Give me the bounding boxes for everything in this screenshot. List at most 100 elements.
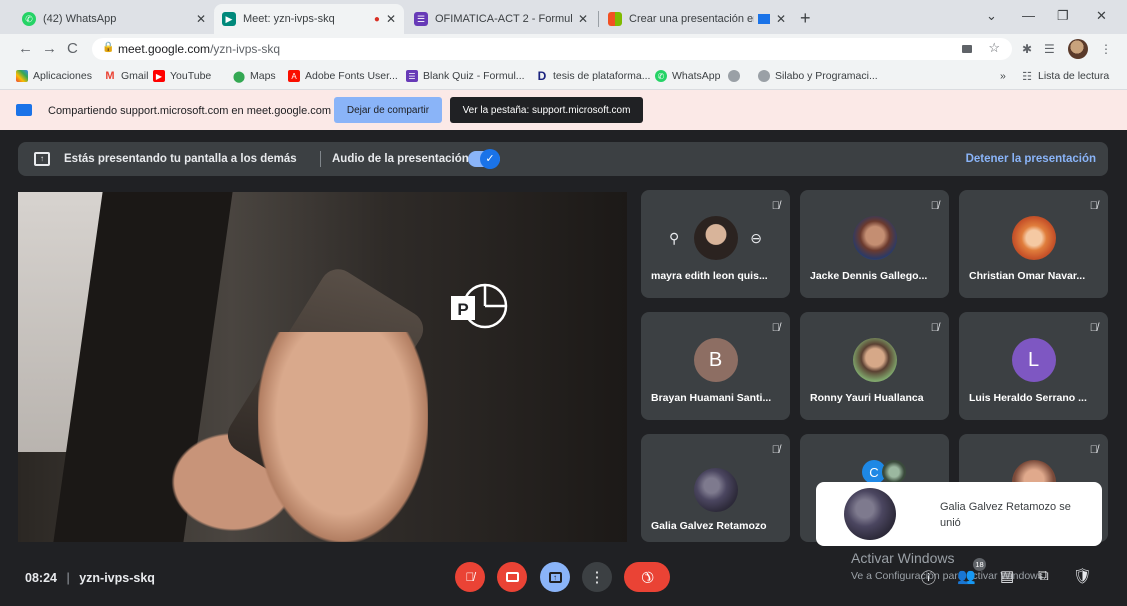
- avatar: [693, 468, 738, 512]
- present-screen-icon: ↑: [34, 152, 50, 166]
- bookmarks-overflow-button[interactable]: »: [1000, 70, 1006, 82]
- new-tab-button[interactable]: +: [800, 8, 811, 29]
- close-tab-icon[interactable]: ✕: [776, 12, 786, 26]
- apps-grid-icon: [16, 70, 28, 82]
- bookmark-gmail[interactable]: M Gmail: [104, 70, 148, 82]
- bookmark-adobe[interactable]: A Adobe Fonts User...: [288, 70, 398, 82]
- participant-name: Galia Galvez Retamozo: [651, 520, 767, 532]
- extensions-icon[interactable]: ✱: [1022, 42, 1032, 56]
- tab-search-icon[interactable]: ⌄: [986, 8, 997, 24]
- bookmark-blank-quiz[interactable]: ☰ Blank Quiz - Formul...: [406, 70, 525, 82]
- participant-tile[interactable]: 🎙̸ Galia Galvez Retamozo: [641, 434, 790, 542]
- avatar: [1011, 216, 1056, 260]
- audio-toggle[interactable]: ✓: [468, 149, 500, 169]
- mic-off-icon: 🎙̸: [1089, 444, 1098, 456]
- view-tab-button[interactable]: Ver la pestaña: support.microsoft.com: [450, 97, 643, 123]
- notification-text: Galia Galvez Retamozo se unió: [940, 501, 1071, 529]
- close-tab-icon[interactable]: ✕: [196, 12, 206, 26]
- bookmark-label: Silabo y Programaci...: [775, 70, 878, 82]
- restore-button[interactable]: ❐: [1057, 8, 1069, 24]
- stop-sharing-button[interactable]: Dejar de compartir: [334, 97, 442, 123]
- camera-icon[interactable]: [962, 45, 972, 53]
- meet-main: ↑ Estás presentando tu pantalla a los de…: [0, 130, 1127, 606]
- participant-tile[interactable]: 🎙̸ B Brayan Huamani Santi...: [641, 312, 790, 420]
- present-button[interactable]: ↑: [540, 562, 570, 592]
- reload-icon[interactable]: C: [67, 40, 78, 57]
- close-tab-icon[interactable]: ✕: [386, 12, 396, 26]
- people-icon[interactable]: 👥: [957, 567, 976, 585]
- star-icon[interactable]: ☆: [988, 40, 1000, 56]
- url-input[interactable]: 🔒 meet.google.com/yzn-ivps-skq ☆: [92, 38, 1012, 60]
- menu-icon[interactable]: ⋮: [1100, 42, 1112, 56]
- d-logo-icon: D: [537, 69, 547, 83]
- tab-forms[interactable]: ☰ OFIMATICA-ACT 2 - Formularios ✕: [406, 4, 596, 34]
- participant-tile[interactable]: 🎙̸ ⚲ ⊖ mayra edith leon quis...: [641, 190, 790, 298]
- bookmark-globe[interactable]: [728, 70, 745, 82]
- bookmark-silabo[interactable]: Silabo y Programaci...: [758, 70, 878, 82]
- powerpoint-logo-icon: P: [451, 283, 508, 329]
- activities-icon[interactable]: ⧉: [1038, 567, 1049, 584]
- maps-pin-icon: ⬤: [232, 70, 246, 83]
- participant-tile[interactable]: 🎙̸ L Luis Heraldo Serrano ...: [959, 312, 1108, 420]
- back-icon[interactable]: ←: [18, 40, 33, 57]
- participant-name: Luis Heraldo Serrano ...: [969, 392, 1087, 404]
- participant-name: Brayan Huamani Santi...: [651, 392, 772, 404]
- tab-meet[interactable]: ▶ Meet: yzn-ivps-skq ● ✕: [214, 4, 404, 34]
- participant-name: Jacke Dennis Gallego...: [810, 270, 928, 282]
- meeting-code: yzn-ivps-skq: [79, 571, 155, 585]
- url-path: /yzn-ivps-skq: [210, 42, 281, 56]
- mic-toggle-button[interactable]: 🎙̸: [455, 562, 485, 592]
- sharing-text: Compartiendo support.microsoft.com en me…: [48, 105, 332, 117]
- bookmark-label: WhatsApp: [672, 70, 721, 82]
- mic-off-icon: 🎙̸: [1089, 200, 1098, 212]
- separator: |: [66, 571, 70, 585]
- tile-controls: ⚲ ⊖: [669, 226, 762, 250]
- chat-icon[interactable]: ▤: [1000, 567, 1014, 585]
- close-window-button[interactable]: ✕: [1096, 8, 1107, 24]
- whatsapp-icon: ✆: [22, 12, 36, 26]
- info-icon[interactable]: ⓘ: [921, 567, 936, 588]
- forms-icon: ☰: [414, 12, 428, 26]
- end-call-button[interactable]: ✆: [624, 562, 670, 592]
- profile-avatar[interactable]: [1068, 39, 1088, 59]
- mic-off-icon: 🎙̸: [930, 200, 939, 212]
- host-controls-icon[interactable]: 🛡: [1073, 567, 1092, 585]
- bookmark-label: Maps: [250, 70, 276, 82]
- url-host: meet.google.com: [118, 42, 211, 56]
- stop-presenting-link[interactable]: Detener la presentación: [966, 153, 1096, 165]
- bookmark-maps[interactable]: ⬤ Maps: [232, 70, 276, 83]
- bookmark-whatsapp[interactable]: ✆ WhatsApp: [655, 70, 720, 82]
- minimize-button[interactable]: —: [1022, 8, 1035, 23]
- overflow-chevron: »: [1000, 70, 1006, 82]
- tab-whatsapp[interactable]: ✆ (42) WhatsApp ✕: [14, 4, 214, 34]
- tab-strip: ✆ (42) WhatsApp ✕ ▶ Meet: yzn-ivps-skq ●…: [0, 0, 1127, 34]
- participant-count-badge: 18: [973, 558, 986, 571]
- bookmark-youtube[interactable]: ▶ YouTube: [153, 70, 211, 82]
- close-tab-icon[interactable]: ✕: [578, 12, 588, 26]
- avatar: B: [693, 338, 738, 382]
- bookmark-apps[interactable]: Aplicaciones: [16, 70, 92, 82]
- join-notification: Galia Galvez Retamozo se unió: [816, 482, 1102, 546]
- bookmark-label: tesis de plataforma...: [553, 70, 651, 82]
- presenting-text: Estás presentando tu pantalla a los demá…: [64, 153, 297, 165]
- participant-name: Ronny Yauri Huallanca: [810, 392, 924, 404]
- bookmark-label: YouTube: [170, 70, 212, 82]
- bookmark-tesis[interactable]: Dtesis de plataforma...: [536, 69, 651, 83]
- participant-tile[interactable]: 🎙̸ Jacke Dennis Gallego...: [800, 190, 949, 298]
- playlist-icon[interactable]: ☰: [1044, 42, 1055, 56]
- present-screen-icon: ↑: [548, 571, 562, 583]
- avatar: [852, 216, 897, 260]
- more-options-button[interactable]: ⋮: [582, 562, 612, 592]
- bookmark-label: Adobe Fonts User...: [305, 70, 398, 82]
- reading-list-label: Lista de lectura: [1038, 70, 1110, 82]
- reading-list-button[interactable]: ☷ Lista de lectura: [1021, 70, 1110, 83]
- tab-microsoft[interactable]: Crear una presentación en P ✕: [600, 4, 794, 34]
- participant-name: mayra edith leon quis...: [651, 270, 768, 282]
- remove-icon[interactable]: ⊖: [750, 230, 762, 247]
- camera-toggle-button[interactable]: [497, 562, 527, 592]
- forward-icon[interactable]: →: [42, 40, 57, 57]
- participant-tile[interactable]: 🎙̸ Ronny Yauri Huallanca: [800, 312, 949, 420]
- participant-tile[interactable]: 🎙̸ Christian Omar Navar...: [959, 190, 1108, 298]
- tab-separator: [598, 11, 599, 27]
- pin-icon[interactable]: ⚲: [669, 230, 679, 247]
